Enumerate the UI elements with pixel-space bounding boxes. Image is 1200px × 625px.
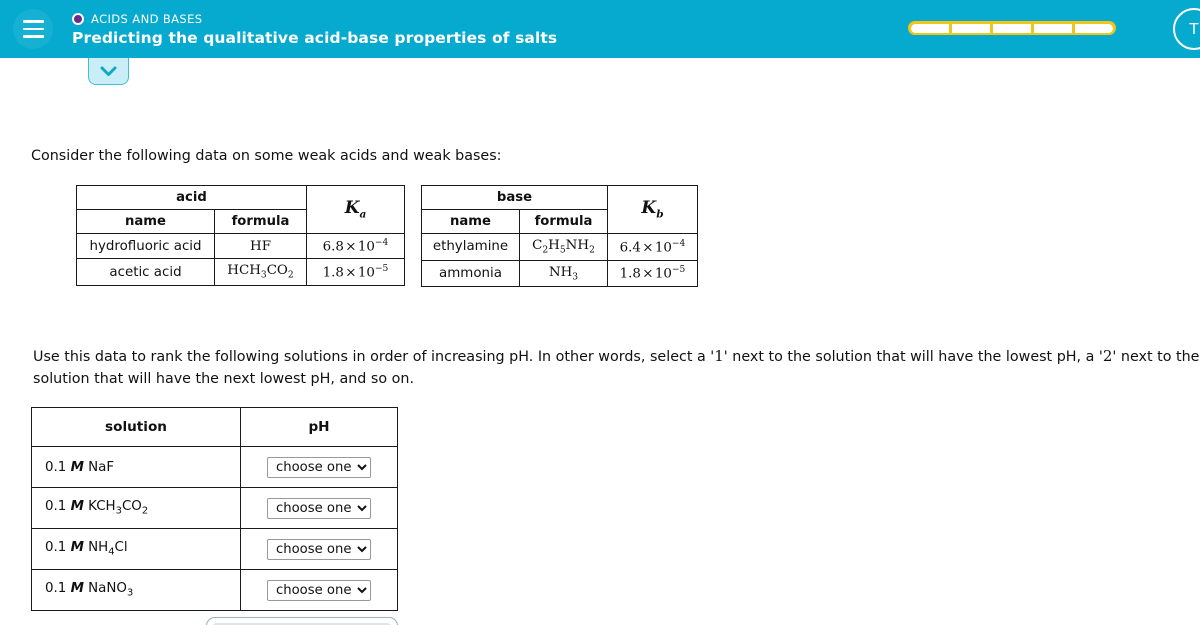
table-row: 0.1 M NH4Cl choose one — [31, 528, 398, 570]
collapse-panel-button[interactable] — [88, 58, 129, 85]
rank-example-one: 1 — [714, 347, 724, 365]
table-row: 0.1 M KCH3CO2 choose one — [31, 487, 398, 529]
solution-label: 0.1 M NH4Cl — [31, 528, 241, 570]
progress-segment — [1033, 23, 1073, 33]
ph-select-cell: choose one — [240, 569, 398, 611]
ka-symbol: Ka — [344, 198, 367, 221]
base-group-header: base — [421, 185, 608, 210]
table-header-row: acid Ka — [76, 185, 405, 234]
hamburger-icon-bar — [22, 27, 44, 31]
hamburger-icon-bar — [22, 35, 44, 38]
ph-column-header: pH — [240, 407, 398, 447]
acid-group-header: acid — [76, 185, 307, 210]
solution-label: 0.1 M KCH3CO2 — [31, 487, 241, 529]
progress-segment — [1074, 23, 1114, 33]
acid-name-header: name — [76, 209, 215, 234]
hamburger-menu-button[interactable] — [13, 9, 53, 49]
instructions-part-2: ' next to the solution that will have th… — [723, 349, 1103, 365]
ka-subscript: a — [359, 208, 367, 221]
hamburger-icon-bar — [22, 20, 44, 23]
avatar-initial: T — [1189, 20, 1199, 38]
table-row: hydrofluoric acid HF 6.8 × 10−4 — [76, 232, 405, 260]
ph-rank-select[interactable]: choose one — [267, 497, 371, 519]
answer-toolbar: ? — [206, 617, 398, 625]
ph-rank-select[interactable]: choose one — [267, 579, 371, 601]
breadcrumb: ACIDS AND BASES — [72, 12, 557, 26]
rank-example-two: 2 — [1102, 347, 1113, 365]
table-row: 0.1 M NaNO3 choose one — [31, 569, 398, 611]
instructions-text: Use this data to rank the following solu… — [33, 345, 1200, 390]
ka-header: Ka — [306, 185, 405, 234]
table-row: acetic acid HCH3CO2 1.8 × 10−5 — [76, 258, 405, 287]
table-header-row: base Kb — [421, 185, 698, 234]
progress-segment — [992, 23, 1032, 33]
solution-ranking-table: solution pH 0.1 M NaF choose one 0.1 M K… — [31, 407, 398, 611]
solution-label: 0.1 M NaNO3 — [31, 569, 241, 611]
base-kb-cell: 6.4 × 10−4 — [607, 233, 698, 261]
ph-select-cell: choose one — [240, 446, 398, 488]
ph-rank-select[interactable]: choose one — [267, 538, 371, 560]
solution-column-header: solution — [31, 407, 241, 447]
base-name-cell: ethylamine — [421, 233, 520, 261]
acid-name-cell: hydrofluoric acid — [76, 232, 215, 260]
base-formula-cell: C2H5NH2 — [519, 233, 608, 261]
chevron-down-icon — [100, 66, 117, 76]
table-row: ammonia NH3 1.8 × 10−5 — [421, 259, 698, 288]
base-data-table: base Kb name formula ethylamine C2H5NH2 … — [421, 185, 698, 288]
ph-select-cell: choose one — [240, 487, 398, 529]
progress-segment — [951, 23, 991, 33]
lead-text: Consider the following data on some weak… — [31, 148, 502, 164]
instructions-part-1: Use this data to rank the following solu… — [33, 349, 715, 365]
app-header: ACIDS AND BASES Predicting the qualitati… — [0, 0, 1200, 58]
base-formula-header: formula — [519, 209, 608, 234]
acid-formula-header: formula — [214, 209, 307, 234]
progress-bar — [908, 21, 1116, 35]
acid-formula-cell: HF — [214, 232, 307, 260]
acid-formula-cell: HCH3CO2 — [214, 258, 307, 287]
progress-segment — [910, 23, 950, 33]
acid-ka-cell: 1.8 × 10−5 — [306, 258, 405, 287]
acid-ka-cell: 6.8 × 10−4 — [306, 232, 405, 260]
base-kb-cell: 1.8 × 10−5 — [607, 259, 698, 288]
bullet-circle-icon — [72, 12, 84, 25]
table-row: ethylamine C2H5NH2 6.4 × 10−4 — [421, 233, 698, 261]
kb-header: Kb — [607, 185, 698, 234]
ph-rank-select[interactable]: choose one — [267, 456, 371, 478]
kb-symbol: Kb — [641, 198, 664, 221]
base-formula-cell: NH3 — [519, 259, 608, 288]
topic-label: ACIDS AND BASES — [91, 11, 203, 26]
page-title: Predicting the qualitative acid-base pro… — [72, 28, 558, 47]
acid-data-table: acid Ka name formula hydrofluoric acid H… — [76, 185, 405, 287]
ph-select-cell: choose one — [240, 528, 398, 570]
avatar[interactable]: T — [1173, 8, 1200, 50]
header-title-group: ACIDS AND BASES Predicting the qualitati… — [72, 12, 557, 47]
base-name-header: name — [421, 209, 520, 234]
solution-label: 0.1 M NaF — [31, 446, 241, 488]
acid-name-cell: acetic acid — [76, 258, 215, 287]
table-header-row: solution pH — [31, 407, 398, 447]
kb-subscript: b — [656, 208, 664, 221]
table-row: 0.1 M NaF choose one — [31, 446, 398, 488]
base-name-cell: ammonia — [421, 259, 520, 288]
